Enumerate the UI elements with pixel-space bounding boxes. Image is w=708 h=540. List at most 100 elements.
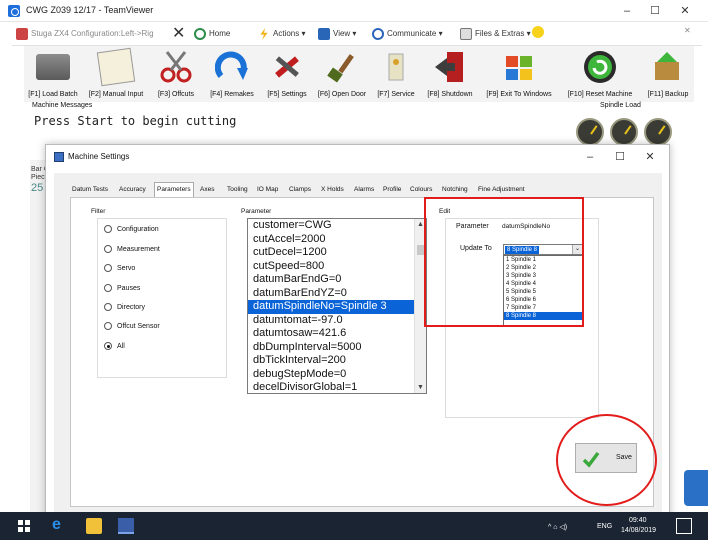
phone-icon — [372, 28, 384, 40]
parameter-label: Parameter — [241, 208, 272, 215]
tab-accuracy[interactable]: Accuracy — [117, 183, 148, 197]
machine-messages-label: Machine Messages — [32, 102, 93, 109]
dialog-maximize-button[interactable]: ☐ — [608, 149, 632, 165]
tab-alarms[interactable]: Alarms — [352, 183, 376, 197]
list-item[interactable]: customer=CWG — [248, 219, 414, 233]
window-title: CWG Z039 12/17 - TeamViewer — [26, 5, 154, 15]
home-button[interactable]: Home — [194, 28, 230, 40]
view-menu[interactable]: View ▾ — [318, 28, 356, 40]
backup-button[interactable]: [F11] Backup — [642, 46, 694, 102]
dialog-close-button[interactable]: ✕ — [638, 149, 662, 165]
manual-input-button[interactable]: [F2] Manual Input — [84, 46, 148, 102]
settings-window-icon — [54, 152, 64, 162]
tab-tooling[interactable]: Tooling — [225, 183, 250, 197]
minimize-button[interactable]: – — [615, 3, 639, 19]
filter-group: Configuration Measurement Servo Pauses D… — [97, 218, 227, 378]
filter-all-radio[interactable]: All — [104, 342, 125, 350]
list-item[interactable]: decelDivisorGlobal=1 — [248, 381, 414, 393]
service-button[interactable]: [F7] Service — [372, 46, 420, 102]
tab-parameters[interactable]: Parameters — [154, 182, 194, 198]
refresh-icon — [215, 51, 248, 80]
list-item-selected[interactable]: datumSpindleNo=Spindle 3 — [248, 300, 414, 314]
backup-icon — [655, 52, 679, 80]
filter-servo-radio[interactable]: Servo — [104, 264, 135, 272]
notification-icon[interactable] — [676, 518, 692, 534]
lightning-icon — [260, 28, 268, 40]
list-item[interactable]: cutAccel=2000 — [248, 233, 414, 247]
load-batch-button[interactable]: [F1] Load Batch — [24, 46, 82, 102]
communicate-menu[interactable]: Communicate ▾ — [372, 28, 443, 40]
filter-offcut-sensor-radio[interactable]: Offcut Sensor — [104, 322, 160, 330]
exit-to-windows-button[interactable]: [F9] Exit To Windows — [480, 46, 558, 102]
exit-door-icon — [435, 52, 463, 82]
maximize-button[interactable]: ☐ — [643, 3, 667, 19]
piece-count: 25 — [31, 182, 44, 194]
reset-machine-button[interactable]: [F10] Reset Machine — [560, 46, 640, 102]
list-item[interactable]: datumBarEndYZ=0 — [248, 287, 414, 301]
language-indicator[interactable]: ENG — [597, 523, 612, 530]
scroll-up-icon[interactable]: ▲ — [417, 221, 424, 228]
filter-measurement-radio[interactable]: Measurement — [104, 245, 160, 253]
tab-notching[interactable]: Notching — [440, 183, 470, 197]
dialog-minimize-button[interactable]: – — [578, 149, 602, 165]
tab-datum-tests[interactable]: Datum Tests — [70, 183, 110, 197]
app-taskbar-icon[interactable] — [118, 518, 134, 534]
scroll-down-icon[interactable]: ▼ — [417, 384, 424, 391]
tab-io-map[interactable]: IO Map — [255, 183, 280, 197]
filter-configuration-radio[interactable]: Configuration — [104, 225, 159, 233]
brush-icon — [327, 54, 354, 83]
offcuts-button[interactable]: [F3] Offcuts — [150, 46, 202, 102]
spindle-gauge-icon — [610, 118, 638, 146]
app-toolbar: [F1] Load Batch [F2] Manual Input [F3] O… — [24, 46, 694, 102]
close-session-icon[interactable]: ✕ — [172, 23, 185, 43]
dialog-title-bar: Machine Settings – ☐ ✕ — [46, 145, 669, 169]
system-tray-icons[interactable]: ^ ⌂ ◁) — [548, 523, 567, 531]
session-icon — [16, 28, 28, 40]
clock-date[interactable]: 14/08/2019 — [621, 527, 656, 534]
spindle-gauge-icon — [644, 118, 672, 146]
tab-x-holds[interactable]: X Holds — [319, 183, 346, 197]
clock-time[interactable]: 09:40 — [629, 517, 647, 524]
actions-menu[interactable]: Actions ▾ — [258, 28, 305, 40]
tab-profile[interactable]: Profile — [381, 183, 403, 197]
teamviewer-toolbar: Stuga ZX4 Configuration:Left->Rig ✕ Home… — [12, 22, 702, 46]
highlight-annotation — [424, 197, 584, 327]
save-button[interactable]: Save — [575, 443, 637, 473]
service-icon — [388, 53, 404, 81]
monitor-icon — [318, 28, 330, 40]
home-icon — [194, 28, 206, 40]
close-button[interactable]: ✕ — [673, 3, 697, 19]
start-icon[interactable] — [16, 518, 32, 534]
save-label: Save — [616, 454, 632, 461]
shutdown-button[interactable]: [F8] Shutdown — [422, 46, 478, 102]
windows-icon — [506, 56, 532, 80]
files-extras-menu[interactable]: Files & Extras ▾ — [460, 28, 531, 40]
list-item[interactable]: dbDumpInterval=5000 — [248, 341, 414, 355]
tab-axes[interactable]: Axes — [198, 183, 216, 197]
smiley-icon[interactable] — [532, 26, 544, 38]
session-tab[interactable]: Stuga ZX4 Configuration:Left->Rig — [16, 28, 154, 40]
teamviewer-side-panel-icon[interactable] — [684, 470, 708, 506]
tab-colours[interactable]: Colours — [408, 183, 434, 197]
edge-browser-icon[interactable]: e — [52, 516, 68, 533]
remakes-button[interactable]: [F4] Remakes — [204, 46, 260, 102]
list-item[interactable]: datumBarEndG=0 — [248, 273, 414, 287]
list-item[interactable]: debugStepMode=0 — [248, 368, 414, 382]
filter-pauses-radio[interactable]: Pauses — [104, 284, 140, 292]
list-item[interactable]: datumtosaw=421.6 — [248, 327, 414, 341]
tab-clamps[interactable]: Clamps — [287, 183, 313, 197]
list-item[interactable]: cutDecel=1200 — [248, 246, 414, 260]
parameter-list[interactable]: customer=CWG cutAccel=2000 cutDecel=1200… — [247, 218, 427, 394]
open-door-button[interactable]: [F6] Open Door — [314, 46, 370, 102]
file-explorer-icon[interactable] — [86, 518, 102, 534]
list-item[interactable]: datumtomat=-97.0 — [248, 314, 414, 328]
file-icon — [460, 28, 472, 40]
list-item[interactable]: dbTickInterval=200 — [248, 354, 414, 368]
settings-button[interactable]: [F5] Settings — [262, 46, 312, 102]
close-toolbar-icon[interactable]: ✕ — [684, 26, 691, 35]
list-item[interactable]: cutSpeed=800 — [248, 260, 414, 274]
filter-directory-radio[interactable]: Directory — [104, 303, 145, 311]
tab-fine-adjustment[interactable]: Fine Adjustment — [476, 183, 527, 197]
dialog-title: Machine Settings — [68, 152, 130, 161]
notepad-icon — [96, 47, 136, 87]
